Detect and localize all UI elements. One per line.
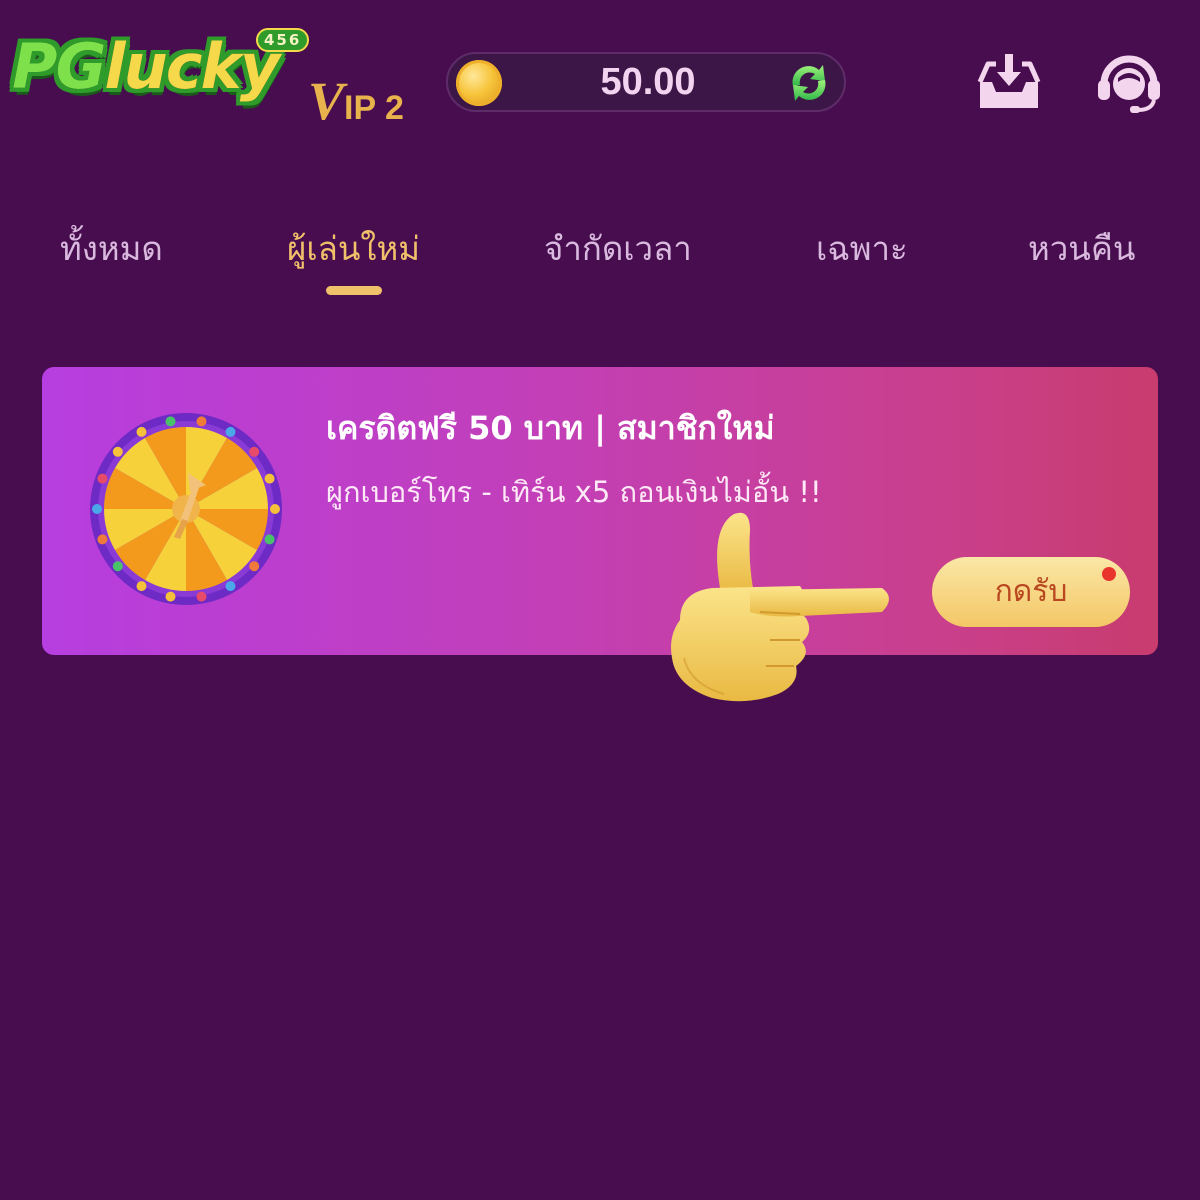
wheel-light	[112, 446, 123, 457]
pointing-hand-icon	[671, 512, 889, 702]
gold-coin-icon	[456, 60, 502, 106]
wheel-light	[165, 416, 176, 427]
brand-logo-text: PGlucky	[12, 30, 280, 103]
tab-label: หวนคืน	[1028, 229, 1136, 268]
tab-special[interactable]: เฉพาะ	[816, 222, 908, 302]
refresh-icon[interactable]	[784, 60, 834, 106]
wheel-light	[270, 504, 280, 514]
claim-button-label: กดรับ	[994, 574, 1068, 609]
balance-value: 50.00	[600, 61, 696, 103]
tab-label: เฉพาะ	[816, 229, 908, 268]
vip-level-badge[interactable]: VIP 2	[308, 70, 404, 132]
active-tab-indicator	[325, 286, 382, 295]
tab-label: ผู้เล่นใหม่	[287, 229, 421, 268]
tab-label: ทั้งหมด	[60, 229, 163, 268]
tab-new-player[interactable]: ผู้เล่นใหม่	[287, 222, 420, 302]
brand-logo[interactable]: PGlucky 456 VIP 2	[10, 22, 410, 131]
balance-pill: 50.00	[446, 52, 846, 112]
promo-title: เครดิตฟรี 50 บาท | สมาชิกใหม่	[326, 409, 775, 447]
wheel-light	[249, 446, 260, 457]
notification-dot	[1102, 567, 1116, 581]
tab-all[interactable]: ทั้งหมด	[60, 222, 163, 302]
wheel-light	[92, 504, 102, 514]
prize-wheel-icon	[90, 413, 282, 605]
vip-v: V	[308, 71, 345, 131]
wheel-light	[136, 426, 147, 437]
wheel-light	[196, 591, 207, 602]
claim-button[interactable]: กดรับ	[932, 557, 1130, 627]
tab-return[interactable]: หวนคืน	[1028, 222, 1135, 302]
promo-card[interactable]: เครดิตฟรี 50 บาท | สมาชิกใหม่ ผูกเบอร์โท…	[42, 367, 1158, 655]
wheel-light	[165, 591, 176, 602]
tab-limited-time[interactable]: จำกัดเวลา	[544, 222, 692, 302]
wheel-light	[249, 561, 260, 572]
wheel-light	[225, 426, 236, 437]
wheel-light	[112, 561, 123, 572]
promo-category-tabs: ทั้งหมด ผู้เล่นใหม่ จำกัดเวลา เฉพาะ หวนค…	[0, 222, 1200, 302]
tab-label: จำกัดเวลา	[544, 229, 692, 268]
wheel-light	[136, 581, 147, 592]
wheel-light	[97, 534, 108, 545]
wheel-light	[97, 473, 108, 484]
wheel-light	[264, 473, 275, 484]
vip-level: IP 2	[344, 89, 404, 127]
wheel-light	[225, 581, 236, 592]
brand-logo-badge: 456	[256, 28, 310, 52]
wheel-light	[264, 534, 275, 545]
headset-support-icon[interactable]	[1094, 48, 1164, 116]
top-header: PGlucky 456 VIP 2 50.00	[0, 0, 1200, 160]
download-tray-icon[interactable]	[974, 52, 1044, 112]
wheel-light	[196, 416, 207, 427]
